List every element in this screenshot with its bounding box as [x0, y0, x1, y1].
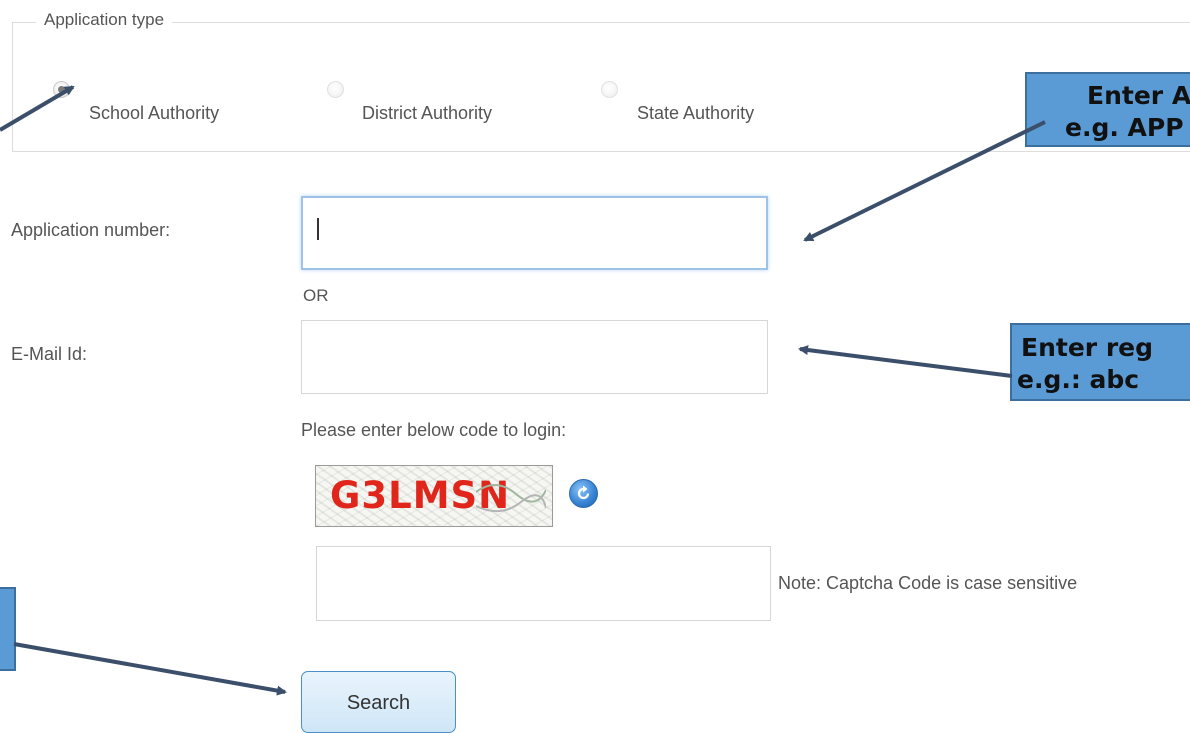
captcha-input[interactable]	[316, 546, 771, 621]
district-authority-radio[interactable]	[327, 81, 344, 98]
email-callout: Enter reg e.g.: abc	[1010, 323, 1190, 401]
callout-line: Enter reg	[1021, 333, 1153, 362]
application-number-label: Application number:	[11, 220, 171, 240]
application-number-callout: Enter A e.g. APP	[1025, 72, 1190, 147]
district-authority-label[interactable]: District Authority	[362, 103, 492, 124]
callout-line: e.g. APP	[1065, 113, 1184, 142]
callout-line: Enter A	[1087, 81, 1190, 110]
application-number-input[interactable]	[301, 196, 768, 270]
refresh-captcha-icon[interactable]	[569, 479, 598, 508]
captcha-prompt: Please enter below code to login:	[301, 420, 567, 440]
state-authority-label[interactable]: State Authority	[637, 103, 754, 124]
captcha-note: Note: Captcha Code is case sensitive	[778, 573, 1078, 593]
captcha-image: G3LMSN	[315, 465, 553, 527]
or-separator: OR	[303, 286, 329, 305]
state-authority-radio[interactable]	[601, 81, 618, 98]
application-type-legend: Application type	[36, 10, 173, 30]
email-arrow	[798, 345, 1013, 378]
email-label: E-Mail Id:	[11, 344, 88, 364]
callout-line: e.g.: abc	[1017, 365, 1140, 394]
search-callout	[0, 587, 16, 671]
captcha-noise	[476, 484, 546, 513]
email-input[interactable]	[301, 320, 768, 394]
text-caret	[317, 218, 319, 240]
school-authority-label[interactable]: School Authority	[89, 103, 219, 124]
school-authority-radio[interactable]	[53, 81, 70, 98]
search-button[interactable]: Search	[301, 671, 456, 733]
search-arrow	[13, 642, 287, 696]
